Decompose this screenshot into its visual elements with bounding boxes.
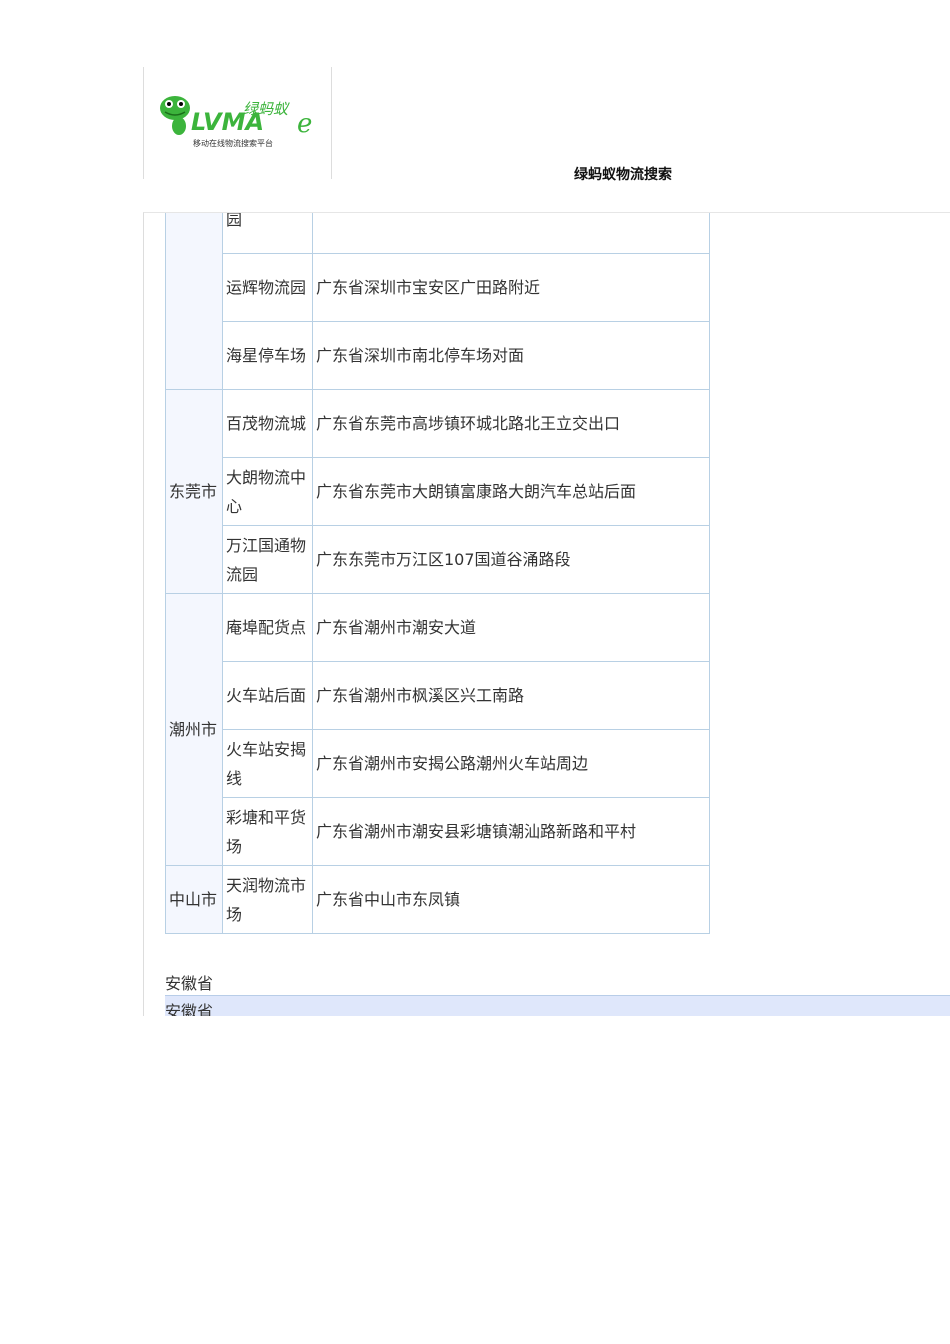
city-cell: 东莞市 <box>165 389 223 594</box>
content-area: 园运辉物流园 广东省深圳市宝安区广田路附近 海星停车场 广东省深圳市南北停车场对面 东莞… <box>143 212 950 1016</box>
svg-text:e: e <box>297 109 312 139</box>
address-cell: 广东省深圳市宝安区广田路附近 <box>312 253 710 322</box>
table-row: 园 <box>165 213 710 390</box>
location-name: 天润物流市场 <box>222 865 313 934</box>
svg-text:绿蚂蚁: 绿蚂蚁 <box>243 100 290 118</box>
address-cell: 广东省潮州市潮安县彩塘镇潮汕路新路和平村 <box>312 797 710 866</box>
address-cell: 广东省潮州市枫溪区兴工南路 <box>312 661 710 730</box>
location-name: 火车站安揭线 <box>222 729 313 798</box>
address-cell: 广东省中山市东凤镇 <box>312 865 710 934</box>
province-table-header: 安徽省 <box>165 995 950 1016</box>
address-cell: 广东省潮州市安揭公路潮州火车站周边 <box>312 729 710 798</box>
city-cell <box>165 213 223 390</box>
page: LVMA e 绿蚂蚁 移动在线物流搜索平台 绿蚂蚁物流搜索 园运辉物流园 广东省深… <box>0 0 950 1344</box>
province-heading: 安徽省 <box>165 974 214 993</box>
location-name: 园 <box>222 213 313 254</box>
table-row: 万江国通物流园 广东东莞市万江区107国道谷涌路段 <box>166 525 710 594</box>
address-cell: 广东省东莞市高埗镇环城北路北王立交出口 <box>312 389 710 458</box>
table-row: 火车站后面 广东省潮州市枫溪区兴工南路 <box>166 661 710 730</box>
address-cell <box>312 213 710 254</box>
location-name: 百茂物流城 <box>222 389 313 458</box>
table-row: 海星停车场 广东省深圳市南北停车场对面 <box>166 321 710 390</box>
lvmae-logo: LVMA e 绿蚂蚁 移动在线物流搜索平台 <box>157 90 325 150</box>
location-name: 万江国通物流园 <box>222 525 313 594</box>
table-row: 运辉物流园 广东省深圳市宝安区广田路附近 <box>166 253 710 322</box>
table-row: 火车站安揭线 广东省潮州市安揭公路潮州火车站周边 <box>166 729 710 798</box>
location-name: 运辉物流园 <box>222 253 313 322</box>
header-cell <box>330 67 950 179</box>
table-row: 彩塘和平货场 广东省潮州市潮安县彩塘镇潮汕路新路和平村 <box>166 797 710 866</box>
location-name: 火车站后面 <box>222 661 313 730</box>
location-name: 彩塘和平货场 <box>222 797 313 866</box>
address-cell: 广东省深圳市南北停车场对面 <box>312 321 710 390</box>
table-row: 潮州市 庵埠配货点 广东省潮州市潮安大道 <box>165 593 710 866</box>
svg-text:移动在线物流搜索平台: 移动在线物流搜索平台 <box>193 138 273 148</box>
logistics-table: 园运辉物流园 广东省深圳市宝安区广田路附近 海星停车场 广东省深圳市南北停车场对面 东莞… <box>165 213 710 934</box>
location-name: 大朗物流中心 <box>222 457 313 526</box>
table-row: 东莞市 百茂物流城 广东省东莞市高埗镇环城北路北王立交出口 <box>165 389 710 594</box>
table-row: 中山市 天润物流市场 广东省中山市东凤镇 <box>165 865 710 934</box>
location-name: 海星停车场 <box>222 321 313 390</box>
city-cell: 中山市 <box>165 865 223 934</box>
address-cell: 广东东莞市万江区107国道谷涌路段 <box>312 525 710 594</box>
site-title: 绿蚂蚁物流搜索 <box>574 167 672 183</box>
location-name: 庵埠配货点 <box>222 593 313 662</box>
table-row: 大朗物流中心 广东省东莞市大朗镇富康路大朗汽车总站后面 <box>166 457 710 526</box>
address-cell: 广东省潮州市潮安大道 <box>312 593 710 662</box>
address-cell: 广东省东莞市大朗镇富康路大朗汽车总站后面 <box>312 457 710 526</box>
city-cell: 潮州市 <box>165 593 223 866</box>
